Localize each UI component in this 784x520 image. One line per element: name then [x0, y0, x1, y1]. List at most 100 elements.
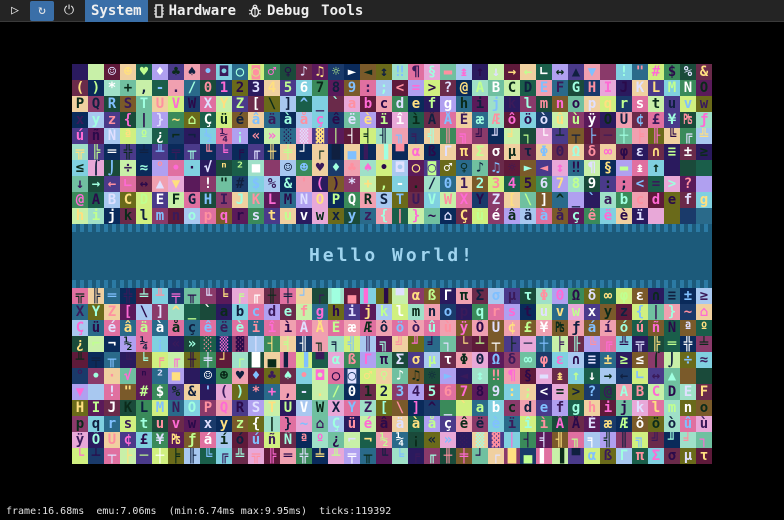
screen-cell: ‼: [392, 64, 408, 80]
screen-cell: Ç: [200, 112, 216, 128]
screen-cell: m: [664, 400, 680, 416]
screen-cell: ╢: [296, 336, 312, 352]
screen-cell: ?: [440, 80, 456, 96]
power-button[interactable]: ⏻: [57, 1, 81, 21]
screen-cell: ├: [584, 128, 600, 144]
screen-cell: ╢: [552, 432, 568, 448]
screen-cell: ∟: [536, 64, 552, 80]
screen-cell: ┐: [696, 432, 712, 448]
screen-cell: ┐: [520, 128, 536, 144]
emulator-screen[interactable]: ☺ ☻ ♥ ♦ ♣ ♠ • ◘ ○ ◙ ♂ ♀ ♪ ♫ ☼ ► ◄ ↕ ‼ ¶ § ▬ ↨ ↑ ↓ → ← ∟ ↔ ▲ ▼ ! " # $% &()…: [72, 64, 712, 464]
screen-cell: A: [88, 192, 104, 208]
screen-cell: W: [440, 192, 456, 208]
screen-cell: ': [200, 384, 216, 400]
screen-cell: ╧: [136, 144, 152, 160]
screen-cell: ╥: [184, 288, 200, 304]
screen-cell: ╓: [248, 144, 264, 160]
menu-system[interactable]: System: [85, 0, 148, 22]
screen-cell: |: [392, 208, 408, 224]
screen-cell: º: [312, 432, 328, 448]
screen-cell: ╙: [120, 352, 136, 368]
screen-cell: Ñ: [104, 128, 120, 144]
menu-hardware[interactable]: Hardware: [148, 0, 242, 22]
screen-cell: o: [440, 304, 456, 320]
screen-cell: ¿: [72, 336, 88, 352]
screen-cell: ∞: [600, 144, 616, 160]
screen-cell: ┼: [616, 128, 632, 144]
screen-cell: h: [456, 96, 472, 112]
screen-cell: (: [72, 80, 88, 96]
menu-tools-label: Tools: [321, 2, 364, 19]
screen-cell: ═: [664, 336, 680, 352]
screen-cell: 2: [376, 384, 392, 400]
screen-cell: ╗: [632, 432, 648, 448]
screen-cell: `: [328, 96, 344, 112]
screen-cell: D: [664, 384, 680, 400]
screen-cell: →: [88, 176, 104, 192]
screen-cell: l: [520, 96, 536, 112]
screen-cell: :: [600, 176, 616, 192]
screen-cell: [: [120, 304, 136, 320]
screen-cell: ü: [88, 320, 104, 336]
screen-cell: m: [536, 96, 552, 112]
screen-cell: !: [200, 176, 216, 192]
screen-cell: Z: [488, 192, 504, 208]
screen-cell: a: [472, 400, 488, 416]
screen-cell: ╟: [568, 336, 584, 352]
screen-cell: =: [552, 384, 568, 400]
screen-cell: ◄: [536, 160, 552, 176]
screen-cell: ÷: [680, 352, 696, 368]
screen-cell: ²: [152, 368, 168, 384]
screen-cell: ∩: [648, 144, 664, 160]
screen-cell: [: [376, 400, 392, 416]
tick-count: ticks:119392: [319, 506, 392, 517]
screen-cell: ^: [552, 192, 568, 208]
screen-cell: σ: [664, 448, 680, 464]
screen-cell: ╩: [696, 128, 712, 144]
screen-cell: ¢: [632, 112, 648, 128]
screen-cell: Ä: [296, 320, 312, 336]
screen-cell: ~: [168, 112, 184, 128]
screen-cell: d: [648, 192, 664, 208]
screen-cell: ☻: [296, 160, 312, 176]
menu-debug[interactable]: Debug: [242, 0, 315, 22]
screen-cell: ♣: [264, 368, 280, 384]
reset-icon: ↻: [38, 3, 46, 18]
screen-cell: h: [584, 400, 600, 416]
screen-cell: ╨: [152, 288, 168, 304]
screen-cell: ƒ: [184, 432, 200, 448]
screen-cell: ╡: [360, 128, 376, 144]
play-button[interactable]: ▷: [3, 1, 27, 21]
screen-cell: [696, 368, 712, 384]
screen-cell: √: [200, 160, 216, 176]
screen-cell: h: [328, 304, 344, 320]
screen-cell: ↓: [584, 368, 600, 384]
screen-cell: 0: [344, 384, 360, 400]
screen-cell: ü: [344, 416, 360, 432]
menu-tools[interactable]: Tools: [315, 0, 369, 22]
screen-cell: e: [280, 304, 296, 320]
screen-cell: ╔: [600, 336, 616, 352]
screen-cell: é: [360, 416, 376, 432]
screen-cell: [664, 160, 680, 176]
screen-cell: a: [216, 304, 232, 320]
screen-cell: H: [72, 400, 88, 416]
screen-cell: I: [600, 80, 616, 96]
screen-cell: -: [152, 80, 168, 96]
screen-cell: t: [264, 208, 280, 224]
screen-cell: ç: [440, 416, 456, 432]
screen-cell: ù: [696, 416, 712, 432]
screen-cell: ╦: [72, 288, 88, 304]
screen-cell: ▀: [312, 352, 328, 368]
screen-cell: É: [328, 320, 344, 336]
screen-cell: 9: [584, 176, 600, 192]
screen-cell: ¬: [360, 432, 376, 448]
screen-cell: I: [216, 192, 232, 208]
screen-cell: ├: [120, 448, 136, 464]
reset-button[interactable]: ↻: [30, 0, 54, 21]
screen-cell: y: [88, 112, 104, 128]
screen-cell: ²: [232, 160, 248, 176]
screen-cell: Y: [88, 304, 104, 320]
screen-cell: ╛: [504, 128, 520, 144]
screen-cell: ╥: [184, 144, 200, 160]
